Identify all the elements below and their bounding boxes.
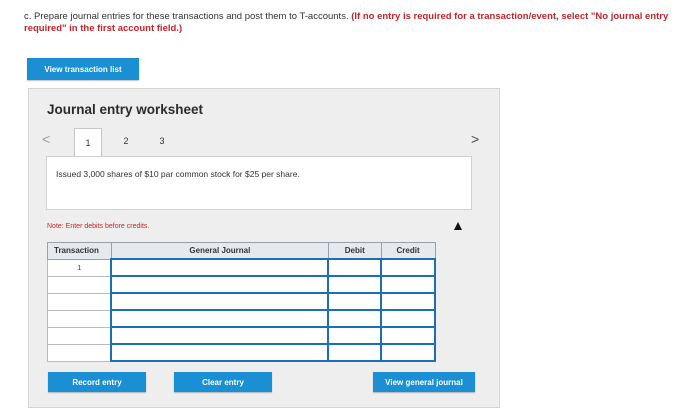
general-journal-header: General Journal (110, 242, 329, 260)
transaction-number: 1 (47, 258, 112, 277)
transaction-description: Issued 3,000 shares of $10 par common st… (56, 169, 300, 179)
transaction-number (47, 275, 112, 294)
account-field[interactable] (110, 343, 330, 362)
credit-field[interactable] (380, 343, 436, 362)
table-row: 1 (47, 258, 436, 277)
mouse-cursor-icon (454, 222, 462, 230)
instructions: c. Prepare journal entries for these tra… (24, 11, 684, 35)
clear-entry-button[interactable]: Clear entry (174, 372, 272, 392)
debit-credit-note: Note: Enter debits before credits. (47, 223, 150, 230)
table-row (47, 292, 436, 311)
debit-header: Debit (327, 242, 382, 260)
transaction-number (47, 292, 112, 311)
transaction-number (47, 343, 112, 362)
transaction-description-box: Issued 3,000 shares of $10 par common st… (46, 156, 472, 210)
transaction-header: Transaction (47, 242, 112, 260)
credit-field[interactable] (380, 275, 436, 294)
debit-field[interactable] (327, 258, 383, 277)
previous-arrow-icon[interactable]: < (42, 131, 50, 147)
credit-field[interactable] (380, 326, 436, 345)
instructions-text: c. Prepare journal entries for these tra… (24, 11, 349, 22)
journal-header-row: Transaction General Journal Debit Credit (47, 242, 436, 260)
next-arrow-icon[interactable]: > (471, 131, 479, 147)
credit-field[interactable] (380, 258, 436, 277)
table-row (47, 326, 436, 345)
transaction-number (47, 326, 112, 345)
table-row (47, 275, 436, 294)
credit-field[interactable] (380, 292, 436, 311)
table-row (47, 343, 436, 362)
debit-field[interactable] (327, 275, 383, 294)
credit-field[interactable] (380, 309, 436, 328)
view-general-journal-button[interactable]: View general journal (373, 372, 475, 392)
transaction-number (47, 309, 112, 328)
record-entry-button[interactable]: Record entry (48, 372, 146, 392)
debit-field[interactable] (327, 292, 383, 311)
account-field[interactable] (110, 275, 330, 294)
debit-field[interactable] (327, 309, 383, 328)
view-transaction-list-button[interactable]: View transaction list (27, 58, 139, 80)
tab-2[interactable]: 2 (113, 128, 139, 154)
credit-header: Credit (380, 242, 436, 260)
account-field[interactable] (110, 326, 330, 345)
account-field[interactable] (110, 258, 330, 277)
account-field[interactable] (110, 292, 330, 311)
tab-1[interactable]: 1 (74, 128, 102, 157)
account-field[interactable] (110, 309, 330, 328)
worksheet-title: Journal entry worksheet (47, 102, 204, 117)
table-row (47, 309, 436, 328)
journal-entry-worksheet: Journal entry worksheet < 1 2 3 > Issued… (28, 88, 500, 408)
journal-table: Transaction General Journal Debit Credit… (47, 242, 436, 362)
tab-3[interactable]: 3 (149, 128, 175, 154)
debit-field[interactable] (327, 326, 383, 345)
debit-field[interactable] (327, 343, 383, 362)
